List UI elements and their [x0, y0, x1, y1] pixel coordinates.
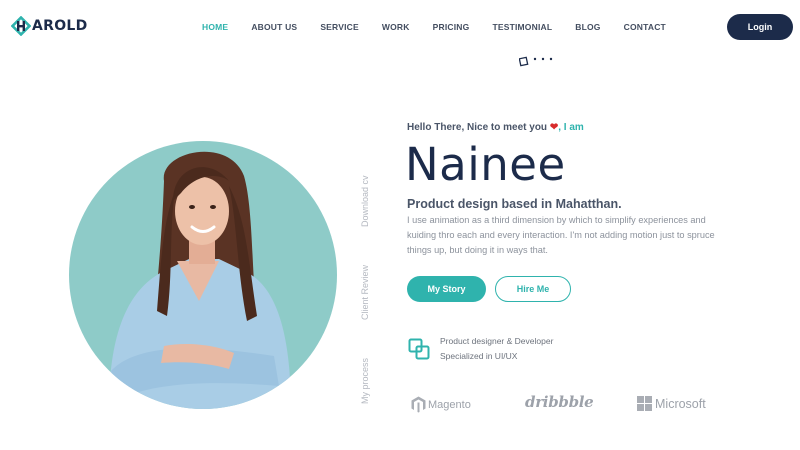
profile-portrait [69, 141, 337, 409]
layers-icon [408, 338, 430, 360]
nav-blog[interactable]: BLOG [575, 22, 600, 32]
hero-name: Nainee [405, 138, 566, 191]
login-button[interactable]: Login [727, 14, 793, 40]
greeting-suffix: , I am [558, 122, 584, 133]
role-specialty: Specialized in UI/UX [440, 351, 518, 361]
dribbble-logo: dribbble [525, 393, 594, 411]
greeting-text: Hello There, Nice to meet you [407, 122, 548, 133]
magento-label: Magento [428, 398, 471, 411]
magento-icon [411, 396, 426, 413]
download-cv-link[interactable]: Download cv [360, 175, 370, 227]
logo-text: AROLD [32, 18, 88, 34]
top-navbar: AROLD HOME ABOUT US SERVICE WORK PRICING… [0, 0, 800, 54]
microsoft-icon [637, 396, 652, 411]
hero-description: I use animation as a third dimension by … [407, 215, 715, 256]
nav-work[interactable]: WORK [382, 22, 410, 32]
nav-testimonial[interactable]: TESTIMONIAL [492, 22, 552, 32]
nav-about-us[interactable]: ABOUT US [251, 22, 297, 32]
dribbble-label: dribbble [525, 393, 594, 411]
role-title: Product designer & Developer [440, 336, 554, 346]
my-process-link[interactable]: My process [360, 358, 370, 404]
microsoft-label: Microsoft [655, 396, 706, 411]
microsoft-logo: Microsoft [637, 396, 706, 411]
logo-icon [11, 16, 31, 36]
heart-icon: ❤ [549, 122, 559, 133]
nav-contact[interactable]: CONTACT [624, 22, 666, 32]
my-story-button[interactable]: My Story [407, 276, 486, 302]
brand-logo[interactable]: AROLD [11, 16, 88, 36]
hero-tagline: Product design based in Mahatthan. [407, 197, 622, 211]
nav-pricing[interactable]: PRICING [433, 22, 470, 32]
nav-home[interactable]: HOME [202, 22, 228, 32]
loading-indicator-icon [519, 56, 553, 67]
greeting-line: Hello There, Nice to meet you ❤, I am [407, 122, 584, 133]
nav-service[interactable]: SERVICE [320, 22, 359, 32]
magento-logo: Magento [411, 396, 471, 413]
client-review-link[interactable]: Client Review [360, 265, 370, 320]
main-menu: HOME ABOUT US SERVICE WORK PRICING TESTI… [202, 22, 689, 32]
hire-me-button[interactable]: Hire Me [495, 276, 571, 302]
